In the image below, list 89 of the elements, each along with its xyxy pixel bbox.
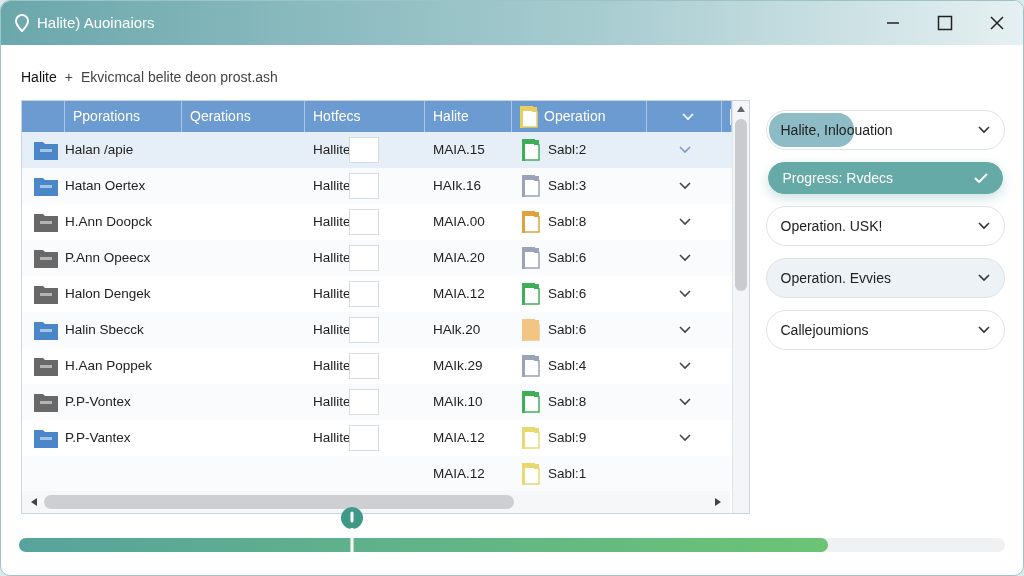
table-row[interactable]: P.P-Vantex Hallite MAIA.12 Sabl:9: [22, 420, 732, 456]
table-cell-text: Hatan Oertex: [65, 176, 146, 195]
table-cell-text: MAIk.10: [433, 392, 483, 411]
table-cell-text: Hallite: [313, 284, 351, 303]
column-divider-icon: [730, 108, 731, 125]
table-cell-text: Hallite: [313, 320, 351, 339]
chevron-icon: [978, 222, 990, 230]
close-icon: [990, 16, 1004, 30]
input-field[interactable]: [348, 281, 379, 307]
chevron-icon: [978, 274, 990, 282]
table-cell-text: HAIk.16: [433, 176, 482, 195]
filter-dropdown[interactable]: Operation. Evvies: [765, 258, 1005, 298]
table-cell-text: Sabl:3: [548, 176, 587, 195]
table-row[interactable]: H.Ann Doopck Hallite MAIA.00 Sabl:8: [22, 204, 732, 240]
table-cell-text: Sabl:9: [548, 428, 587, 447]
table-cell-text: H.Ann Doopck: [65, 212, 153, 231]
table-row[interactable]: H.Aan Poppek Hallite MAIk.29 Sabl:4: [22, 348, 732, 384]
table-cell-text: Sabl:8: [548, 212, 587, 231]
table-cell-text: Sabl:2: [548, 140, 587, 159]
table-row[interactable]: P.Ann Opeecx Hallite MAIA.20 Sabl:6: [22, 240, 732, 276]
chevron-icon[interactable]: [678, 434, 691, 442]
chevron-icon[interactable]: [678, 182, 691, 190]
input-field[interactable]: [348, 425, 379, 451]
input-field[interactable]: [348, 245, 379, 271]
breadcrumb-path: Ekvicmcal belite deon prost.ash: [81, 68, 278, 87]
slider-handle[interactable]: [340, 506, 365, 552]
table-cell-text: HAlk.20: [433, 320, 481, 339]
table-row[interactable]: Halin Sbecck Hallite HAlk.20 Sabl:6: [22, 312, 732, 348]
document-icon: [520, 105, 538, 128]
table-cell-text: MAIA.12: [433, 284, 485, 303]
horizontal-scrollbar[interactable]: [22, 491, 730, 513]
chevron-icon[interactable]: [678, 326, 691, 334]
table-row[interactable]: Halan /apie Hallite MAIA.15 Sabl:2: [22, 132, 732, 168]
table-cell-text: Halin Sbecck: [65, 320, 144, 339]
filter-dropdown[interactable]: Halite, Inloouation: [765, 110, 1005, 150]
table-row[interactable]: P.P-Vontex Hallite MAIk.10 Sabl:8: [22, 384, 732, 420]
table-cell-text: MAIA.12: [433, 428, 485, 447]
table-cell-text: Sabl:8: [548, 392, 587, 411]
table-cell-text: Hallite: [313, 140, 351, 159]
table-cell-text: P.Ann Opeecx: [65, 248, 151, 267]
table-row[interactable]: Halon Dengek Hallite MAIA.12 Sabl:6: [22, 276, 732, 312]
vertical-scrollbar[interactable]: [732, 101, 749, 513]
table-cell-text: MAIA.12: [433, 464, 485, 483]
table-cell-text: Sabl:6: [548, 284, 587, 303]
table-cell-text: Hallite: [313, 212, 351, 231]
filter-dropdown[interactable]: Callejoumions: [765, 310, 1005, 350]
table-cell-text: P.P-Vantex: [65, 428, 131, 447]
table-cell-text: MAIA.15: [433, 140, 485, 159]
pin-icon: [15, 14, 29, 32]
maximize-icon: [937, 15, 953, 31]
chevron-icon[interactable]: [678, 218, 691, 226]
table-cell-text: Hallite: [313, 392, 351, 411]
scroll-left-icon[interactable]: [30, 497, 38, 507]
chevron-icon[interactable]: [678, 254, 691, 262]
table-cell-text: H.Aan Poppek: [65, 356, 153, 375]
table-cell-text: Halan /apie: [65, 140, 134, 159]
chevron-icon[interactable]: [678, 398, 691, 406]
scroll-up-icon[interactable]: [735, 105, 746, 113]
scroll-right-icon[interactable]: [713, 497, 722, 507]
table-cell-text: Sabl:6: [548, 320, 587, 339]
table-cell-text: Sabl:4: [548, 356, 587, 375]
chevron-icon[interactable]: [678, 362, 691, 370]
chevron-icon[interactable]: [678, 290, 691, 298]
check-icon: [974, 173, 988, 183]
input-field[interactable]: [348, 317, 379, 343]
table-row[interactable]: Hatan Oertex Hallite HAIk.16 Sabl:3: [22, 168, 732, 204]
table-cell-text: MAIA.20: [433, 248, 485, 267]
filter-dropdown[interactable]: Operation. USK!: [765, 206, 1005, 246]
breadcrumb-separator: +: [64, 68, 73, 87]
table-cell-text: Hallite: [313, 428, 351, 447]
input-field[interactable]: [348, 209, 379, 235]
table-cell-text: MAIk.29: [433, 356, 483, 375]
input-field[interactable]: [348, 173, 379, 199]
table-cell-text: Hallite: [313, 176, 351, 195]
table-row[interactable]: MAIA.12 Sabl:1: [22, 456, 732, 492]
chevron-icon: [978, 126, 990, 134]
table-cell-text: Sabl:6: [548, 248, 587, 267]
table-cell-text: P.P-Vontex: [65, 392, 131, 411]
table-cell-text: MAIA.00: [433, 212, 485, 231]
table-cell-text: Halon Dengek: [65, 284, 151, 303]
chevron-icon: [978, 326, 990, 334]
input-field[interactable]: [348, 389, 379, 415]
input-field[interactable]: [348, 137, 379, 163]
window-title: Halite) Auoinaiors: [37, 12, 156, 33]
table-cell-text: Sabl:1: [548, 464, 587, 483]
input-field[interactable]: [348, 353, 379, 379]
table-cell-text: Hallite: [313, 248, 351, 267]
breadcrumb-root[interactable]: Halite: [21, 67, 57, 88]
table-cell-text: Hallite: [313, 356, 351, 375]
